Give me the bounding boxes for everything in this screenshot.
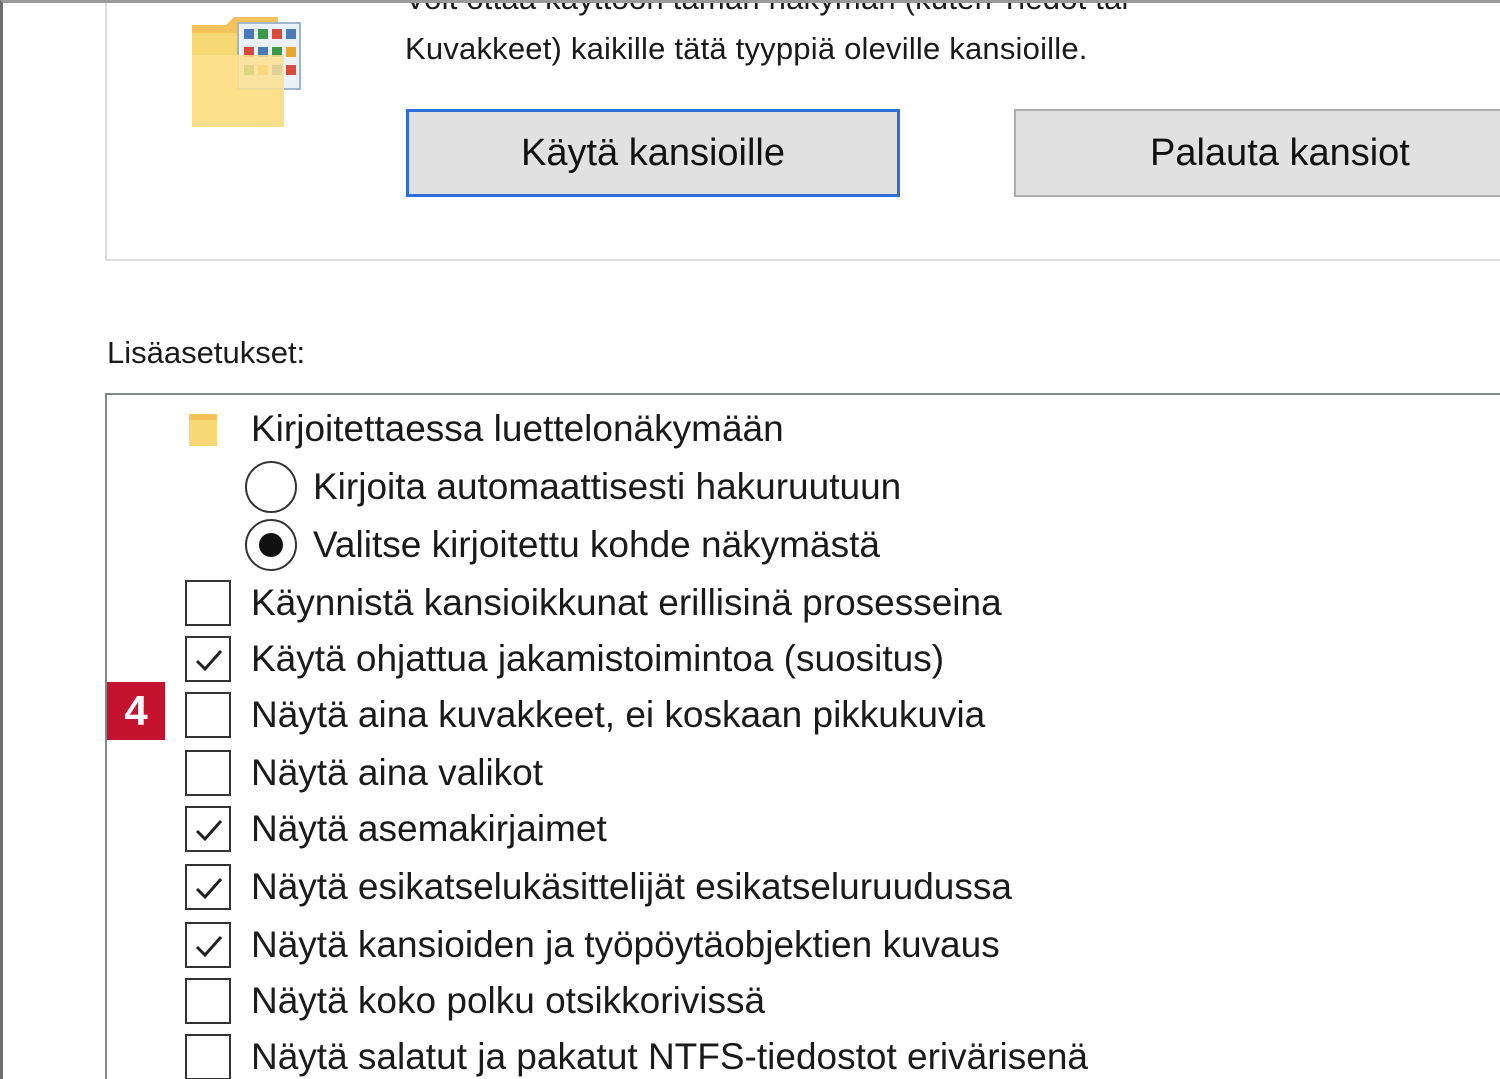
- radio-button[interactable]: [245, 461, 297, 513]
- checkbox-label: Näytä esikatselukäsittelijät esikatselur…: [251, 866, 1012, 907]
- radio-option-label: Kirjoita automaattisesti hakuruutuun: [313, 466, 902, 507]
- checkbox-label: Käytä ohjattua jakamistoimintoa (suositu…: [251, 638, 945, 679]
- folder-views-description-line2: Kuvakkeet) kaikille tätä tyyppiä olevill…: [405, 31, 1088, 66]
- checkbox-row-sharing-wizard[interactable]: Käytä ohjattua jakamistoimintoa (suositu…: [185, 631, 944, 687]
- checkbox-row-popup-descriptions[interactable]: Näytä kansioiden ja työpöytäobjektien ku…: [185, 917, 1000, 973]
- folder-icon: [189, 414, 217, 446]
- step-number-badge: 4: [107, 682, 165, 740]
- checkmark-icon: [195, 936, 223, 958]
- advanced-settings-label: Lisäasetukset:: [107, 335, 306, 370]
- checkbox[interactable]: [185, 750, 231, 796]
- radio-option-label: Valitse kirjoitettu kohde näkymästä: [313, 524, 880, 565]
- tree-group-label: Kirjoitettaessa luettelonäkymään: [251, 408, 784, 449]
- checkbox-row-ntfs-color[interactable]: Näytä salatut ja pakatut NTFS-tiedostot …: [185, 1029, 1088, 1079]
- checkbox[interactable]: [185, 1034, 231, 1079]
- tree-group-typing-in-list-view: Kirjoitettaessa luettelonäkymään: [189, 401, 784, 457]
- checkbox-label: Näytä salatut ja pakatut NTFS-tiedostot …: [251, 1036, 1088, 1077]
- folder-options-window: Voit ottaa käyttöön tämän näkymän (kuten…: [0, 0, 1500, 1079]
- checkbox-row-full-path[interactable]: Näytä koko polku otsikkorivissä: [185, 973, 765, 1029]
- checkbox-checked[interactable]: [185, 806, 231, 852]
- checkbox-label: Näytä asemakirjaimet: [251, 808, 607, 849]
- checkbox[interactable]: [185, 978, 231, 1024]
- checkbox-row-separate-process[interactable]: Käynnistä kansioikkunat erillisinä prose…: [185, 575, 1002, 631]
- checkbox-label: Näytä aina kuvakkeet, ei koskaan pikkuku…: [251, 694, 986, 735]
- checkbox-row-always-icons[interactable]: Näytä aina kuvakkeet, ei koskaan pikkuku…: [185, 687, 985, 743]
- apply-to-folders-button[interactable]: Käytä kansioille: [406, 109, 900, 197]
- radio-selected-dot: [259, 533, 283, 557]
- checkmark-icon: [195, 650, 223, 672]
- checkbox-checked[interactable]: [185, 922, 231, 968]
- checkbox-row-always-menus[interactable]: Näytä aina valikot: [185, 745, 543, 801]
- checkmark-icon: [195, 878, 223, 900]
- radio-option-auto-search[interactable]: Kirjoita automaattisesti hakuruutuun: [245, 459, 901, 515]
- checkbox[interactable]: [185, 692, 231, 738]
- checkbox[interactable]: [185, 580, 231, 626]
- advanced-settings-list[interactable]: Kirjoitettaessa luettelonäkymään Kirjoit…: [105, 393, 1500, 1079]
- checkbox-checked[interactable]: [185, 636, 231, 682]
- checkbox-row-drive-letters[interactable]: Näytä asemakirjaimet: [185, 801, 607, 857]
- checkbox-label: Näytä kansioiden ja työpöytäobjektien ku…: [251, 924, 1000, 965]
- checkmark-icon: [195, 820, 223, 842]
- checkbox-checked[interactable]: [185, 864, 231, 910]
- folder-views-icon: [192, 17, 301, 127]
- folder-views-description-line1: Voit ottaa käyttöön tämän näkymän (kuten…: [405, 3, 1129, 17]
- checkbox-row-preview-handlers[interactable]: Näytä esikatselukäsittelijät esikatselur…: [185, 859, 1012, 915]
- radio-option-select-in-view[interactable]: Valitse kirjoitettu kohde näkymästä: [245, 517, 880, 573]
- radio-button-selected[interactable]: [245, 519, 297, 571]
- reset-folders-button[interactable]: Palauta kansiot: [1014, 109, 1500, 197]
- checkbox-label: Näytä koko polku otsikkorivissä: [251, 980, 766, 1021]
- checkbox-label: Näytä aina valikot: [251, 752, 544, 793]
- checkbox-label: Käynnistä kansioikkunat erillisinä prose…: [251, 582, 1002, 623]
